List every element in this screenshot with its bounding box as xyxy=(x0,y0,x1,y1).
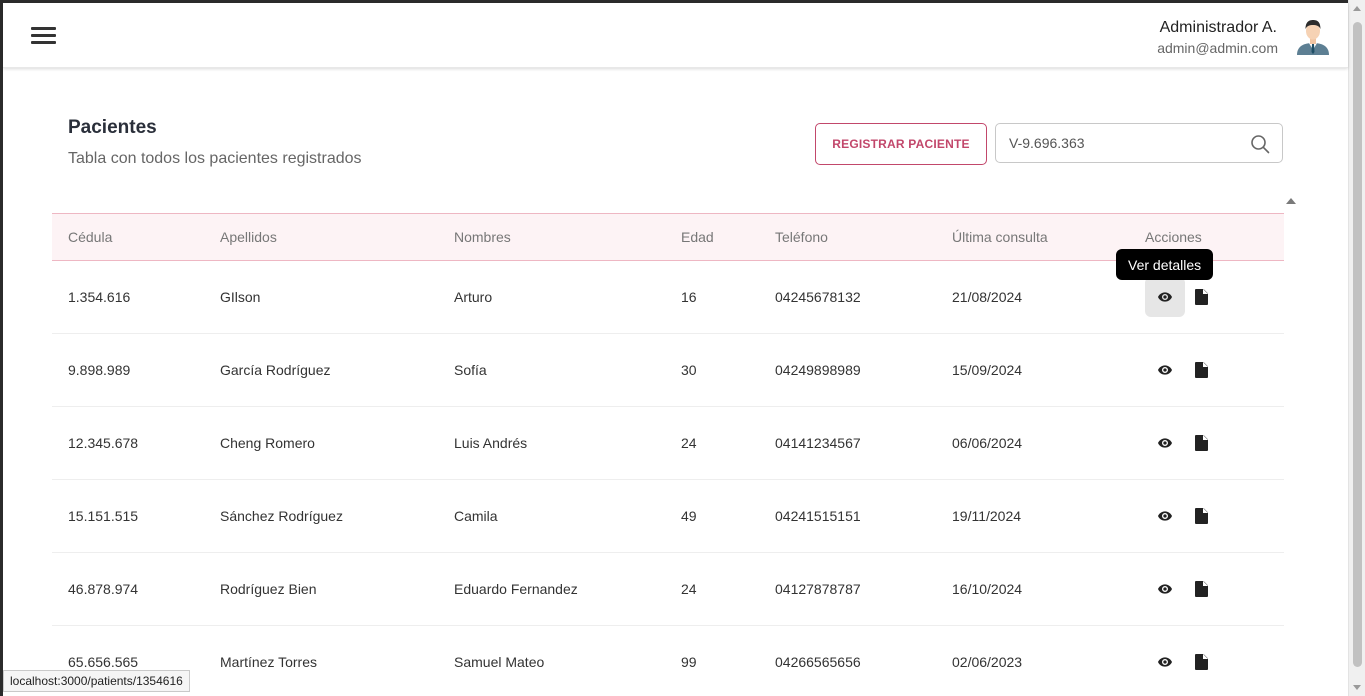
user-avatar-icon[interactable] xyxy=(1295,17,1331,55)
cell-telefono: 04141234567 xyxy=(775,435,861,451)
status-bar-url: localhost:3000/patients/1354616 xyxy=(3,670,190,692)
cell-edad: 24 xyxy=(681,581,697,597)
cell-cedula: 12.345.678 xyxy=(68,435,139,451)
cell-nombres: Sofía xyxy=(454,362,487,378)
cell-ultima-consulta: 19/11/2024 xyxy=(952,508,1022,524)
user-name: Administrador A. xyxy=(1159,19,1277,36)
cell-apellidos: Martínez Torres xyxy=(220,654,317,670)
cell-ultima-consulta: 02/06/2023 xyxy=(952,654,1023,670)
column-header-cedula[interactable]: Cédula xyxy=(68,229,112,245)
eye-icon[interactable] xyxy=(1145,569,1185,609)
top-app-bar: Administrador A. admin@admin.com xyxy=(3,3,1348,68)
search-field[interactable] xyxy=(995,123,1283,163)
cell-apellidos: García Rodríguez xyxy=(220,362,331,378)
column-header-nombres[interactable]: Nombres xyxy=(454,229,511,245)
cell-apellidos: Cheng Romero xyxy=(220,435,315,451)
cell-cedula: 65.656.565 xyxy=(68,654,139,670)
eye-icon[interactable] xyxy=(1145,496,1185,536)
cell-cedula: 1.354.616 xyxy=(68,289,131,305)
patients-table: Cédula Apellidos Nombres Edad Teléfono Ú… xyxy=(52,213,1284,696)
cell-nombres: Samuel Mateo xyxy=(454,654,545,670)
cell-nombres: Luis Andrés xyxy=(454,435,528,451)
hamburger-menu-icon[interactable] xyxy=(29,22,59,48)
view-details-tooltip: Ver detalles xyxy=(1116,249,1214,280)
user-email: admin@admin.com xyxy=(1157,40,1278,56)
table-header: Cédula Apellidos Nombres Edad Teléfono Ú… xyxy=(52,213,1284,261)
cell-telefono: 04249898989 xyxy=(775,362,861,378)
scroll-down-arrow-icon[interactable] xyxy=(1353,685,1361,690)
cell-apellidos: Sánchez Rodríguez xyxy=(220,508,343,524)
cell-nombres: Eduardo Fernandez xyxy=(454,581,578,597)
vertical-scrollbar[interactable] xyxy=(1348,0,1365,696)
cell-ultima-consulta: 16/10/2024 xyxy=(952,581,1023,597)
table-row: 65.656.565 Martínez Torres Samuel Mateo 99 0… xyxy=(52,626,1284,696)
search-input[interactable] xyxy=(1009,133,1244,153)
cell-edad: 30 xyxy=(681,362,697,378)
scroll-up-arrow-icon[interactable] xyxy=(1353,6,1361,11)
document-icon[interactable] xyxy=(1191,652,1211,672)
table-row: 46.878.974 Rodríguez Bien Eduardo Fernande… xyxy=(52,553,1284,626)
cell-telefono: 04245678132 xyxy=(775,289,861,305)
cell-ultima-consulta: 06/06/2024 xyxy=(952,435,1023,451)
page-title: Pacientes xyxy=(68,117,157,138)
table-row: 12.345.678 Cheng Romero Luis Andrés 24 04141… xyxy=(52,407,1284,480)
cell-ultima-consulta: 21/08/2024 xyxy=(952,289,1023,305)
table-row: 15.151.515 Sánchez Rodríguez Camila 49 04241… xyxy=(52,480,1284,553)
cell-cedula: 9.898.989 xyxy=(68,362,131,378)
cell-telefono: 04127878787 xyxy=(775,581,861,597)
scrollbar-thumb[interactable] xyxy=(1353,22,1362,667)
cell-edad: 99 xyxy=(681,654,697,670)
cell-telefono: 04266565656 xyxy=(775,654,861,670)
column-header-apellidos[interactable]: Apellidos xyxy=(220,229,277,245)
cell-cedula: 46.878.974 xyxy=(68,581,139,597)
cell-nombres: Arturo xyxy=(454,289,493,305)
column-header-ultima-consulta[interactable]: Última consulta xyxy=(952,229,1048,245)
table-row: 9.898.989 García Rodríguez Sofía 30 04249898… xyxy=(52,334,1284,407)
table-body: 1.354.616 GIlson Arturo 16 04245678132 21/08/… xyxy=(52,261,1284,696)
column-header-acciones: Acciones xyxy=(1145,229,1202,245)
document-icon[interactable] xyxy=(1191,287,1211,307)
eye-icon[interactable] xyxy=(1145,277,1185,317)
column-header-telefono[interactable]: Teléfono xyxy=(775,229,828,245)
document-icon[interactable] xyxy=(1191,506,1211,526)
register-patient-button[interactable]: REGISTRAR PACIENTE xyxy=(815,123,987,165)
document-icon[interactable] xyxy=(1191,433,1211,453)
column-header-edad[interactable]: Edad xyxy=(681,229,714,245)
cell-telefono: 04241515151 xyxy=(775,508,861,524)
cell-ultima-consulta: 15/09/2024 xyxy=(952,362,1023,378)
cell-edad: 49 xyxy=(681,508,697,524)
cell-apellidos: GIlson xyxy=(220,289,261,305)
cell-edad: 24 xyxy=(681,435,697,451)
table-row: 1.354.616 GIlson Arturo 16 04245678132 21/08/… xyxy=(52,261,1284,334)
cell-edad: 16 xyxy=(681,289,697,305)
document-icon[interactable] xyxy=(1191,579,1211,599)
collapse-arrow-icon[interactable] xyxy=(1286,198,1296,204)
search-icon[interactable] xyxy=(1250,134,1270,154)
cell-apellidos: Rodríguez Bien xyxy=(220,581,317,597)
page-subtitle: Tabla con todos los pacientes registrado… xyxy=(68,150,362,167)
document-icon[interactable] xyxy=(1191,360,1211,380)
cell-cedula: 15.151.515 xyxy=(68,508,139,524)
cell-nombres: Camila xyxy=(454,508,498,524)
eye-icon[interactable] xyxy=(1145,642,1185,682)
eye-icon[interactable] xyxy=(1145,423,1185,463)
eye-icon[interactable] xyxy=(1145,350,1185,390)
